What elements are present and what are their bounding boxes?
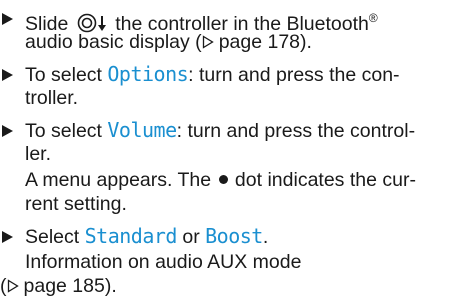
menu-item-volume: Volume <box>107 118 177 142</box>
page-reference-icon <box>202 35 214 49</box>
bullet-arrow-icon <box>2 125 13 137</box>
page-reference-link[interactable]: page 178 <box>219 31 300 53</box>
step-3-line-4: rent setting. <box>25 193 127 215</box>
step-2-line-2: troller. <box>25 87 79 109</box>
step-4-line-3: ( page 185). <box>0 275 117 297</box>
menu-item-standard: Standard <box>84 224 178 248</box>
step-3-line-1: To select Volume: turn and press the con… <box>25 118 416 142</box>
bullet-arrow-icon <box>2 231 13 243</box>
step-3-line-2: ler. <box>25 143 52 165</box>
step-4-line-2: Information on audio AUX mode <box>25 251 302 273</box>
menu-item-options: Options <box>107 62 189 86</box>
bullet-arrow-icon <box>2 13 13 25</box>
bullet-arrow-icon <box>2 69 13 81</box>
selection-dot-icon <box>218 175 228 184</box>
page-reference-link[interactable]: page 185 <box>24 275 105 297</box>
page-reference-icon <box>7 279 19 293</box>
menu-item-boost: Boost <box>205 224 263 248</box>
step-4-line-1: Select Standard or Boost. <box>25 224 269 248</box>
step-2-line-1: To select Options: turn and press the co… <box>25 62 400 86</box>
step-3-line-3: A menu appears. The dot indicates the cu… <box>25 169 416 191</box>
step-1-line-2: audio basic display ( page 178). <box>25 31 312 53</box>
